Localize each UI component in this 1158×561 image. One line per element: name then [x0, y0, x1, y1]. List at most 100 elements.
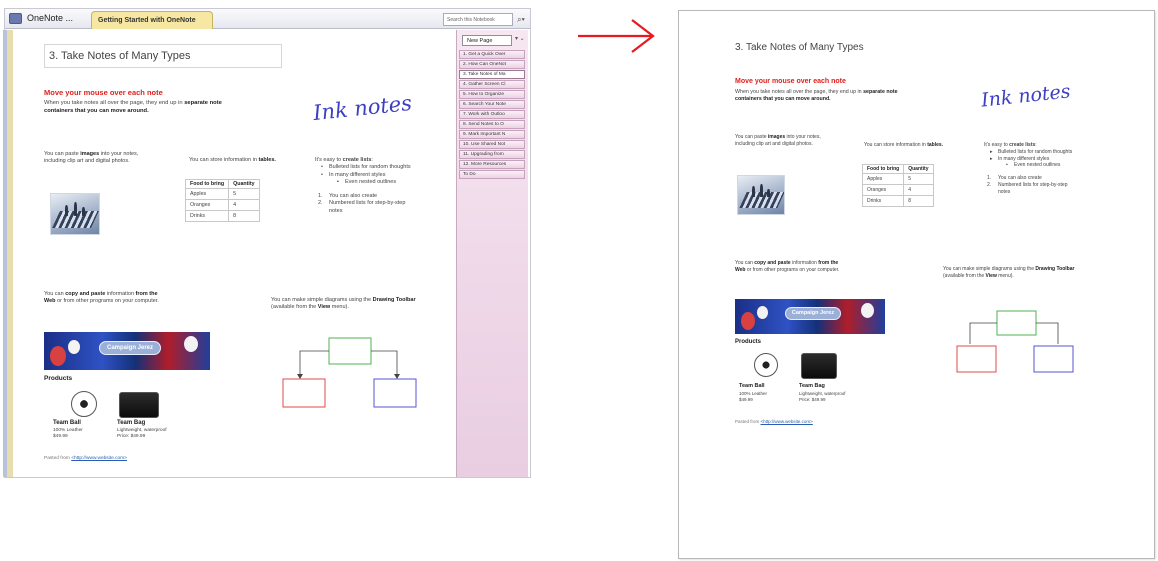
page-tab[interactable]: 9. Mark Important N [459, 130, 525, 139]
notebook-label[interactable]: OneNote ... [27, 13, 73, 23]
diagram-box-top [328, 337, 372, 365]
table-row: Drinks 8 [861, 195, 934, 207]
page-tab[interactable]: 11. Upgrading from [459, 150, 525, 159]
page-pane[interactable]: 3. Take Notes of Many Types Move your mo… [7, 30, 456, 477]
table-cell: Apples [184, 188, 230, 200]
arrowhead-icon [297, 374, 303, 379]
title-bar: OneNote ... Getting Started with OneNote… [5, 9, 530, 29]
table-cell: 4 [228, 199, 260, 211]
intro-note[interactable]: When you take notes all over the page, t… [44, 100, 244, 115]
table-header-row: Food to bring Quantity [861, 164, 934, 174]
page-tabs-pane: New Page ▾ ⌄ 1. Get a Quick Over 2. How … [456, 30, 528, 477]
page-title-text: 3. Take Notes of Many Types [49, 50, 191, 62]
printed-team-bag-image [801, 353, 837, 379]
copy-text: You can [44, 291, 66, 297]
banner-label: Campaign Jerez [785, 307, 841, 320]
page-tab[interactable]: 6. Search Your Note [459, 100, 525, 109]
chess-piece-shape [65, 204, 69, 216]
bullet-text: Bulleted lists for random thoughts [998, 148, 1073, 155]
numbered-text: You can also create [998, 175, 1042, 181]
copy-text-mid: information [105, 291, 136, 297]
images-text: You can paste [44, 151, 81, 157]
simple-diagram[interactable] [282, 336, 423, 411]
table-intro[interactable]: You can store information in tables. [189, 157, 284, 164]
page-tab[interactable]: 4. Gather Screen Cl [459, 80, 525, 89]
diagram-bold: Drawing Toolbar [372, 297, 416, 303]
table-cell: Oranges [861, 184, 905, 196]
chess-piece-shape [74, 202, 77, 216]
lists-colon: : [371, 157, 373, 163]
lists-bold: create lists [1009, 142, 1036, 148]
page-tab[interactable]: 8. Send Notes to O [459, 120, 525, 129]
ink-notes[interactable]: Ink notes [312, 91, 413, 125]
product-desc: Lightweight, waterproof [117, 428, 167, 433]
intro-text: When you take notes all over the page, t… [735, 89, 864, 95]
numbered-text: Numbered lists for step-by-step notes [329, 200, 406, 214]
table-cell: 5 [903, 173, 934, 185]
lists-colon: : [1035, 142, 1037, 148]
chess-piece-shape [81, 207, 85, 216]
right-arrow-icon [578, 19, 655, 53]
table-header: Food to bring [184, 179, 230, 189]
diagram-box-right [373, 378, 417, 408]
printed-title: 3. Take Notes of Many Types [735, 42, 864, 53]
bullet-text: In many different styles [998, 155, 1050, 162]
search-input[interactable]: Search this Notebook [443, 13, 513, 26]
page-title[interactable]: 3. Take Notes of Many Types [44, 44, 282, 68]
diagram-text-post: (available from the [271, 304, 318, 311]
page-tab[interactable]: 5. How to Organize [459, 90, 525, 99]
campaign-banner-image[interactable]: Campaign Jerez [44, 332, 210, 370]
player-figure-shape [861, 303, 874, 318]
nested-bullet-item: ▪ Even nested outlines [984, 162, 1124, 169]
table-row: Apples 5 [184, 188, 260, 200]
number-marker: 2. [987, 181, 992, 188]
printed-pasted-from: Pasted from <http://www.website.com> [735, 419, 813, 424]
page-tab[interactable]: 7. Work with Outloo [459, 110, 525, 119]
printed-diagram-note: You can make simple diagrams using the D… [943, 266, 1081, 279]
bullet-marker-icon: • [321, 164, 323, 171]
page-tab-active[interactable]: 3. Take Notes of Ma [459, 70, 525, 79]
pasted-from: Pasted from <http://www.website.com> [44, 456, 127, 461]
player-figure-shape [68, 340, 80, 354]
page-tab[interactable]: 2. How Can OneNot [459, 60, 525, 69]
page-tab[interactable]: To Do [459, 170, 525, 179]
note-heading: Move your mouse over each note [44, 88, 163, 97]
chevron-down-icon[interactable]: ▾ ⌄ [515, 35, 525, 42]
page-tab[interactable]: 10. Use Shared Not [459, 140, 525, 149]
printed-ink-notes: Ink notes [980, 80, 1072, 112]
diagram-connector-right [1036, 322, 1059, 344]
copy-paste-note[interactable]: You can copy and paste information from … [44, 291, 166, 305]
diagram-note[interactable]: You can make simple diagrams using the D… [271, 297, 421, 311]
nested-bullet-text: Even nested outlines [1014, 162, 1061, 169]
images-note[interactable]: You can paste images into your notes, in… [44, 151, 152, 165]
new-page-button[interactable]: New Page [462, 35, 512, 46]
bullet-item: ▸ Bulleted lists for random thoughts [984, 149, 1079, 156]
diagram-text: You can make simple diagrams using the [943, 266, 1036, 272]
table-intro-text: You can store information in [864, 142, 928, 148]
product-price: $49.99 [739, 397, 753, 402]
food-table[interactable]: Food to bring Quantity Apples 5 Oranges 4 … [184, 179, 260, 222]
copy-text-post: or from other programs on your computer. [745, 266, 840, 273]
page-tab[interactable]: 1. Get a Quick Over [459, 50, 525, 59]
bullet-item: ▸ In many different styles [984, 156, 1124, 163]
diagram-text: You can make simple diagrams using the [271, 297, 373, 303]
source-link[interactable]: <http://www.website.com> [71, 456, 127, 461]
diagram-box-left [282, 378, 326, 408]
printed-food-table: Food to bring Quantity Apples 5 Oranges 4 … [861, 164, 934, 207]
team-ball-image[interactable] [71, 391, 97, 417]
table-header-row: Food to bring Quantity [184, 179, 260, 189]
product-price: Price: $49.99 [799, 397, 826, 402]
page-tab[interactable]: 12. More Resources [459, 160, 525, 169]
team-bag-image[interactable] [119, 392, 159, 418]
chess-image[interactable] [50, 193, 100, 235]
number-marker: 1. [318, 192, 323, 199]
table-cell: Drinks [184, 210, 230, 222]
search-icon[interactable]: ⌕▾ [514, 13, 528, 26]
table-cell: 8 [228, 210, 260, 222]
chess-piece-shape [760, 184, 763, 197]
lists-note[interactable]: It's easy to create lists: • Bulleted lis… [315, 157, 455, 215]
section-tab-getting-started[interactable]: Getting Started with OneNote [91, 11, 213, 29]
printed-simple-diagram [956, 310, 1074, 373]
notebook-icon[interactable] [9, 13, 22, 24]
numbered-item: 1. You can also create [984, 175, 1124, 182]
